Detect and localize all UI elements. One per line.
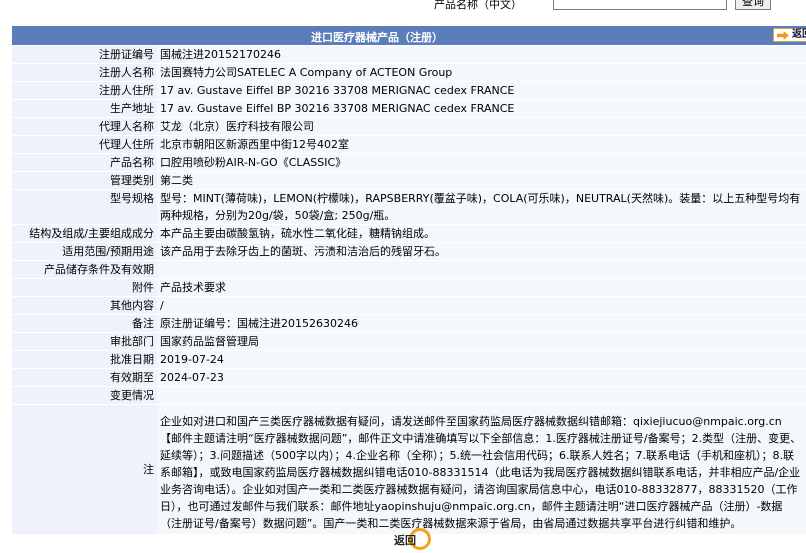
- back-button-label: 返回: [792, 29, 806, 40]
- registration-details-table: 注册证编号 国械注进20152170246 注册人名称 法国赛特力公司SATELEC …: [12, 46, 806, 535]
- field-value: 艾龙（北京）医疗科技有限公司: [157, 117, 806, 136]
- detail-row: 附件 产品技术要求: [12, 278, 806, 297]
- search-bar: 产品名称（中文） 查询: [0, 0, 806, 22]
- detail-row: 代理人名称 艾龙（北京）医疗科技有限公司: [12, 117, 806, 136]
- query-button[interactable]: 查询: [735, 0, 771, 10]
- field-value: 型号：MINT(薄荷味)，LEMON(柠檬味)，RAPSBERRY(覆盆子味)，…: [157, 189, 806, 225]
- field-value: 法国赛特力公司SATELEC A Company of ACTEON Group: [157, 63, 806, 82]
- back-button-top[interactable]: 返回: [773, 28, 806, 42]
- field-label: 型号规格: [12, 189, 157, 225]
- field-label: 附件: [12, 278, 157, 297]
- field-value: 第二类: [157, 171, 806, 190]
- field-value: 17 av. Gustave Eiffel BP 30216 33708 MER…: [157, 81, 806, 100]
- field-value: [157, 386, 806, 405]
- page-title: 进口医疗器械产品（注册）: [311, 31, 443, 44]
- detail-row: 审批部门 国家药品监督管理局: [12, 332, 806, 351]
- detail-row: 结构及组成/主要组成成分 本产品主要由碳酸氢钠，硫水性二氧化硅，糖精钠组成。: [12, 224, 806, 243]
- field-label: 产品储存条件及有效期: [12, 260, 157, 279]
- field-label: 产品名称: [12, 153, 157, 172]
- field-value: 该产品用于去除牙齿上的菌斑、污渍和洁治后的残留牙石。: [157, 242, 806, 261]
- page-title-bar: 进口医疗器械产品（注册） 返回: [12, 26, 806, 45]
- field-label: 其他内容: [12, 296, 157, 315]
- detail-row: 产品名称 口腔用喷砂粉AIR-N-GO《CLASSIC》: [12, 153, 806, 172]
- field-value: 本产品主要由碳酸氢钠，硫水性二氧化硅，糖精钠组成。: [157, 224, 806, 243]
- back-button-bottom-label: 返回: [394, 534, 416, 547]
- field-value: 2019-07-24: [157, 350, 806, 369]
- field-label: 审批部门: [12, 332, 157, 351]
- detail-row: 适用范围/预期用途 该产品用于去除牙齿上的菌斑、污渍和洁治后的残留牙石。: [12, 242, 806, 261]
- detail-row: 注册证编号 国械注进20152170246: [12, 46, 806, 64]
- detail-row: 其他内容 /: [12, 296, 806, 315]
- field-label: 适用范围/预期用途: [12, 242, 157, 261]
- back-button-bottom[interactable]: 返回: [391, 527, 433, 551]
- detail-row: 管理类别 第二类: [12, 171, 806, 190]
- detail-row: 有效期至 2024-07-23: [12, 368, 806, 387]
- field-label: 生产地址: [12, 99, 157, 118]
- field-value: 2024-07-23: [157, 368, 806, 387]
- detail-row: 代理人住所 北京市朝阳区新源西里中街12号402室: [12, 135, 806, 154]
- field-label: 变更情况: [12, 386, 157, 405]
- field-value: 企业如对进口和国产三类医疗器械数据有疑问，请发送邮件至国家药监局医疗器械数据纠错…: [157, 404, 806, 535]
- arrow-right-icon: [777, 31, 789, 40]
- field-label: 批准日期: [12, 350, 157, 369]
- detail-row: 注企业如对进口和国产三类医疗器械数据有疑问，请发送邮件至国家药监局医疗器械数据纠…: [12, 404, 806, 535]
- field-label: 管理类别: [12, 171, 157, 190]
- field-value: 国家药品监督管理局: [157, 332, 806, 351]
- field-value: /: [157, 296, 806, 315]
- product-name-search-input[interactable]: [553, 0, 727, 10]
- field-value: 产品技术要求: [157, 278, 806, 297]
- field-value: 北京市朝阳区新源西里中街12号402室: [157, 135, 806, 154]
- field-label: 代理人住所: [12, 135, 157, 154]
- detail-row: 批准日期 2019-07-24: [12, 350, 806, 369]
- field-value: 口腔用喷砂粉AIR-N-GO《CLASSIC》: [157, 153, 806, 172]
- field-label: 注: [12, 404, 157, 535]
- field-value: [157, 260, 806, 279]
- detail-row: 产品储存条件及有效期: [12, 260, 806, 279]
- field-label: 注册人住所: [12, 81, 157, 100]
- field-value: 17 av. Gustave Eiffel BP 30216 33708 MER…: [157, 99, 806, 118]
- field-label: 有效期至: [12, 368, 157, 387]
- detail-row: 变更情况: [12, 386, 806, 405]
- detail-row: 型号规格 型号：MINT(薄荷味)，LEMON(柠檬味)，RAPSBERRY(覆盆…: [12, 189, 806, 225]
- field-label: 注册证编号: [12, 46, 157, 64]
- detail-row: 生产地址 17 av. Gustave Eiffel BP 30216 33708…: [12, 99, 806, 118]
- field-label: 备注: [12, 314, 157, 333]
- detail-row: 备注 原注册证编号：国械注进20152630246: [12, 314, 806, 333]
- field-label: 结构及组成/主要组成成分: [12, 224, 157, 243]
- field-label: 代理人名称: [12, 117, 157, 136]
- field-value: 国械注进20152170246: [157, 46, 806, 64]
- detail-row: 注册人住所 17 av. Gustave Eiffel BP 30216 3370…: [12, 81, 806, 100]
- detail-row: 注册人名称 法国赛特力公司SATELEC A Company of ACTEON …: [12, 63, 806, 82]
- field-value: 原注册证编号：国械注进20152630246: [157, 314, 806, 333]
- product-name-label: 产品名称（中文）: [434, 0, 522, 11]
- field-label: 注册人名称: [12, 63, 157, 82]
